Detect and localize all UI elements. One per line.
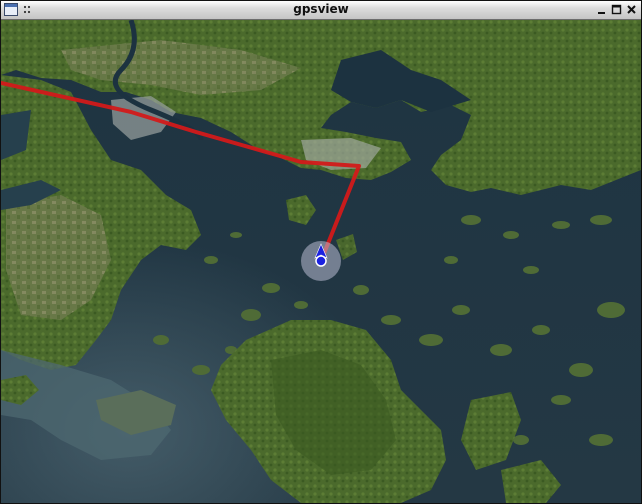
satellite-map[interactable]	[1, 20, 641, 503]
position-dot	[315, 255, 327, 267]
maximize-icon[interactable]	[610, 3, 623, 16]
minimize-icon[interactable]	[595, 3, 608, 16]
gpsview-window: gpsview	[0, 0, 642, 504]
close-icon[interactable]	[625, 3, 638, 16]
map-canvas[interactable]	[1, 20, 641, 503]
window-title: gpsview	[293, 2, 349, 16]
title-bar[interactable]: gpsview	[1, 1, 641, 20]
current-position-marker[interactable]	[301, 241, 341, 281]
